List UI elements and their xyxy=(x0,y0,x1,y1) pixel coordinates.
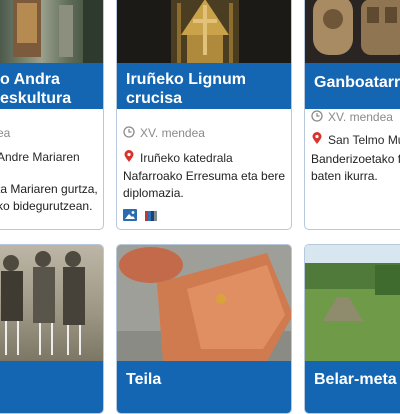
roof-tile-photo-illustration xyxy=(117,245,291,361)
card-photo[interactable] xyxy=(0,245,103,361)
card-location: Andre Mariaren xyxy=(0,150,99,165)
card-photo[interactable] xyxy=(0,0,103,63)
haystack-photo-illustration xyxy=(305,245,400,361)
card-title-line: crucisa xyxy=(126,90,183,107)
card-title[interactable]: Iruñeko Lignum crucisa xyxy=(117,63,291,109)
description-line: Nafarroako Erresuma eta bere xyxy=(123,169,286,183)
media-badges xyxy=(123,208,158,226)
card-photo[interactable] xyxy=(305,0,400,63)
card-period: ea xyxy=(0,126,99,141)
card-title[interactable] xyxy=(0,361,103,413)
clock-icon xyxy=(123,126,137,142)
card-location: Iruñeko katedrala xyxy=(123,150,287,167)
card-ganboatarren-banner[interactable]: Ganboatarre XV. mendea San Telmo Mus Ban… xyxy=(304,0,400,230)
card-title-line: Ganboatarre xyxy=(314,74,400,91)
card-title[interactable]: o Andra eskultura xyxy=(0,63,103,109)
sculpture-photo-illustration xyxy=(13,0,103,63)
card-title-line: Iruñeko Lignum xyxy=(126,71,246,88)
location-text: Iruñeko katedrala xyxy=(140,151,233,165)
card-title-line: o Andra xyxy=(0,71,60,88)
flag-stripes-icon xyxy=(145,208,158,226)
card-title[interactable]: Ganboatarre xyxy=(305,63,400,109)
description-line: baten ikurra. xyxy=(311,169,378,183)
card-description: Banderizoetako fa baten ikurra. xyxy=(311,151,400,185)
card-period: XV. mendea xyxy=(123,126,287,142)
card-title-line: eskultura xyxy=(0,90,72,107)
historic-group-photo-illustration xyxy=(1,251,85,355)
card-location: San Telmo Mus xyxy=(311,132,400,149)
coat-of-arms-photo-illustration xyxy=(313,0,400,55)
period-text: XV. mendea xyxy=(328,110,393,124)
card-description: Nafarroako Erresuma eta bere diplomazia. xyxy=(123,168,287,202)
card-teila[interactable]: Teila xyxy=(116,244,292,414)
card-historic-photo[interactable] xyxy=(0,244,104,414)
reliquary-photo-illustration xyxy=(171,0,239,63)
image-icon xyxy=(123,208,137,226)
map-pin-icon xyxy=(311,132,325,149)
card-description: ta Mariaren gurtza, ko bidegurutzean. xyxy=(0,181,99,215)
card-photo[interactable] xyxy=(117,245,291,361)
card-lignum-crucis[interactable]: Iruñeko Lignum crucisa XV. mendea Iruñek… xyxy=(116,0,292,230)
card-title[interactable]: Teila xyxy=(117,361,291,413)
map-pin-icon xyxy=(123,150,137,167)
location-text: San Telmo Mus xyxy=(328,133,400,147)
card-title-line: Belar-meta xyxy=(314,371,397,388)
description-line: Banderizoetako fa xyxy=(311,152,400,166)
description-line: diplomazia. xyxy=(123,186,184,200)
card-photo[interactable] xyxy=(305,245,400,361)
description-line: ko bidegurutzean. xyxy=(0,199,93,213)
period-text: ea xyxy=(0,126,11,140)
location-text: Andre Mariaren xyxy=(0,150,80,164)
card-andra-mari-sculpture[interactable]: o Andra eskultura ea Andre Mariaren ta M… xyxy=(0,0,104,230)
clock-icon xyxy=(311,110,325,126)
card-photo[interactable] xyxy=(117,0,291,63)
card-belar-meta[interactable]: Belar-meta xyxy=(304,244,400,414)
card-period: XV. mendea xyxy=(311,110,400,126)
description-line: ta Mariaren gurtza, xyxy=(0,182,98,196)
period-text: XV. mendea xyxy=(140,126,205,140)
card-title-line: Teila xyxy=(126,371,162,388)
card-title[interactable]: Belar-meta xyxy=(305,361,400,413)
